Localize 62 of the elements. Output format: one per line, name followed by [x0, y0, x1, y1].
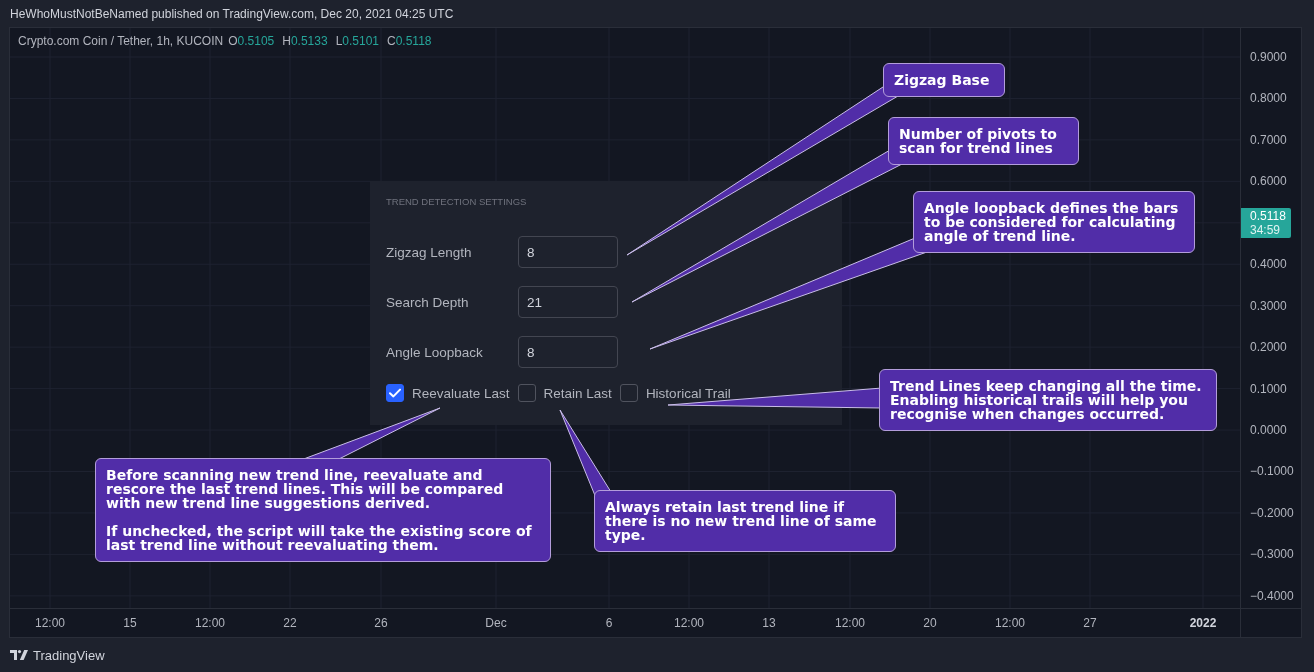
price-label: −0.3000: [1250, 547, 1294, 562]
ohlc-value: 0.5118: [395, 34, 432, 48]
time-label: 27: [1083, 616, 1097, 630]
time-label: 13: [762, 616, 776, 630]
time-label: 6: [605, 616, 613, 630]
time-label: 12:00: [835, 616, 865, 630]
field-label: Zigzag Length: [386, 244, 473, 260]
callout-text: Always retain last trend line if there is no new trend line of same type.: [605, 500, 878, 542]
callout-text: Angle loopback defines the bars to be considered for calculating angle of trend line.: [924, 201, 1180, 243]
panel-title: TREND DETECTION SETTINGS: [386, 196, 527, 208]
price-label: 0.1000: [1250, 381, 1287, 396]
logo-icon: [10, 650, 28, 660]
price-label: −0.4000: [1250, 588, 1294, 603]
number-field[interactable]: 8: [518, 236, 618, 268]
time-label: 22: [283, 616, 297, 630]
symbol-title: Crypto.com Coin / Tether, 1h, KUCOIN: [18, 34, 224, 48]
time-label: 12:00: [35, 616, 65, 630]
brand-name: TradingView: [33, 647, 105, 663]
time-label: 12:00: [674, 616, 704, 630]
number-field[interactable]: 8: [518, 336, 618, 368]
callout-text: Zigzag Base: [894, 73, 991, 87]
price-label: 0.4000: [1250, 257, 1287, 272]
field-label: Search Depth: [386, 294, 470, 310]
callout-text: If unchecked, the script will take the existing score of last trend line without reevaluating them.: [106, 524, 533, 552]
price-label: 0.8000: [1250, 91, 1287, 106]
price-label: 0.2000: [1250, 340, 1287, 355]
price-label: −0.2000: [1250, 505, 1294, 520]
time-label: 2022: [1189, 616, 1217, 630]
ohlc-label: C: [387, 34, 396, 48]
ohlc-label: O: [228, 34, 238, 48]
ohlc-value: 0.5101: [342, 34, 379, 48]
check-icon: [389, 388, 401, 398]
time-label: 12:00: [995, 616, 1025, 630]
callout-text: Trend Lines keep changing all the time. Enabling historical trails will help you recognise when changes occurred.: [890, 379, 1203, 421]
time-label: 15: [123, 616, 137, 630]
price-label: 0.0000: [1250, 422, 1287, 437]
publish-info: HeWhoMustNotBeNamed published on TradingView.com, Dec 20, 2021 04:25 UTC: [10, 6, 454, 21]
price-label: 0.6000: [1250, 174, 1287, 189]
checkbox[interactable]: [386, 384, 404, 402]
last-price: 0.5118: [1250, 208, 1286, 223]
ohlc-label: L: [335, 34, 343, 48]
field-label: Angle Loopback: [386, 344, 484, 360]
time-label: 20: [923, 616, 937, 630]
ohlc-value: 0.5105: [237, 34, 275, 48]
checkbox-label[interactable]: Historical Trail: [645, 385, 731, 401]
bar-countdown: 34:59: [1250, 222, 1281, 237]
time-label: 12:00: [195, 616, 225, 630]
checkbox-label[interactable]: Retain Last: [543, 385, 612, 401]
ohlc-value: 0.5133: [290, 34, 328, 48]
callout-text: Before scanning new trend line, reevaluate and rescore the last trend lines. This will be compared with new trend line suggestions derived.: [106, 468, 505, 510]
number-field[interactable]: 21: [518, 286, 618, 318]
time-label: 26: [374, 616, 388, 630]
price-label: 0.3000: [1250, 298, 1287, 313]
checkbox-label[interactable]: Reevaluate Last: [412, 385, 510, 401]
price-label: −0.1000: [1250, 464, 1294, 479]
time-label: Dec: [485, 616, 507, 630]
checkbox[interactable]: [517, 384, 536, 402]
price-label: 0.9000: [1250, 50, 1287, 64]
ohlc-label: H: [282, 34, 291, 48]
callout-text: Number of pivots to scan for trend lines: [899, 127, 1058, 155]
price-label: 0.7000: [1250, 132, 1287, 147]
checkbox[interactable]: [619, 384, 638, 402]
